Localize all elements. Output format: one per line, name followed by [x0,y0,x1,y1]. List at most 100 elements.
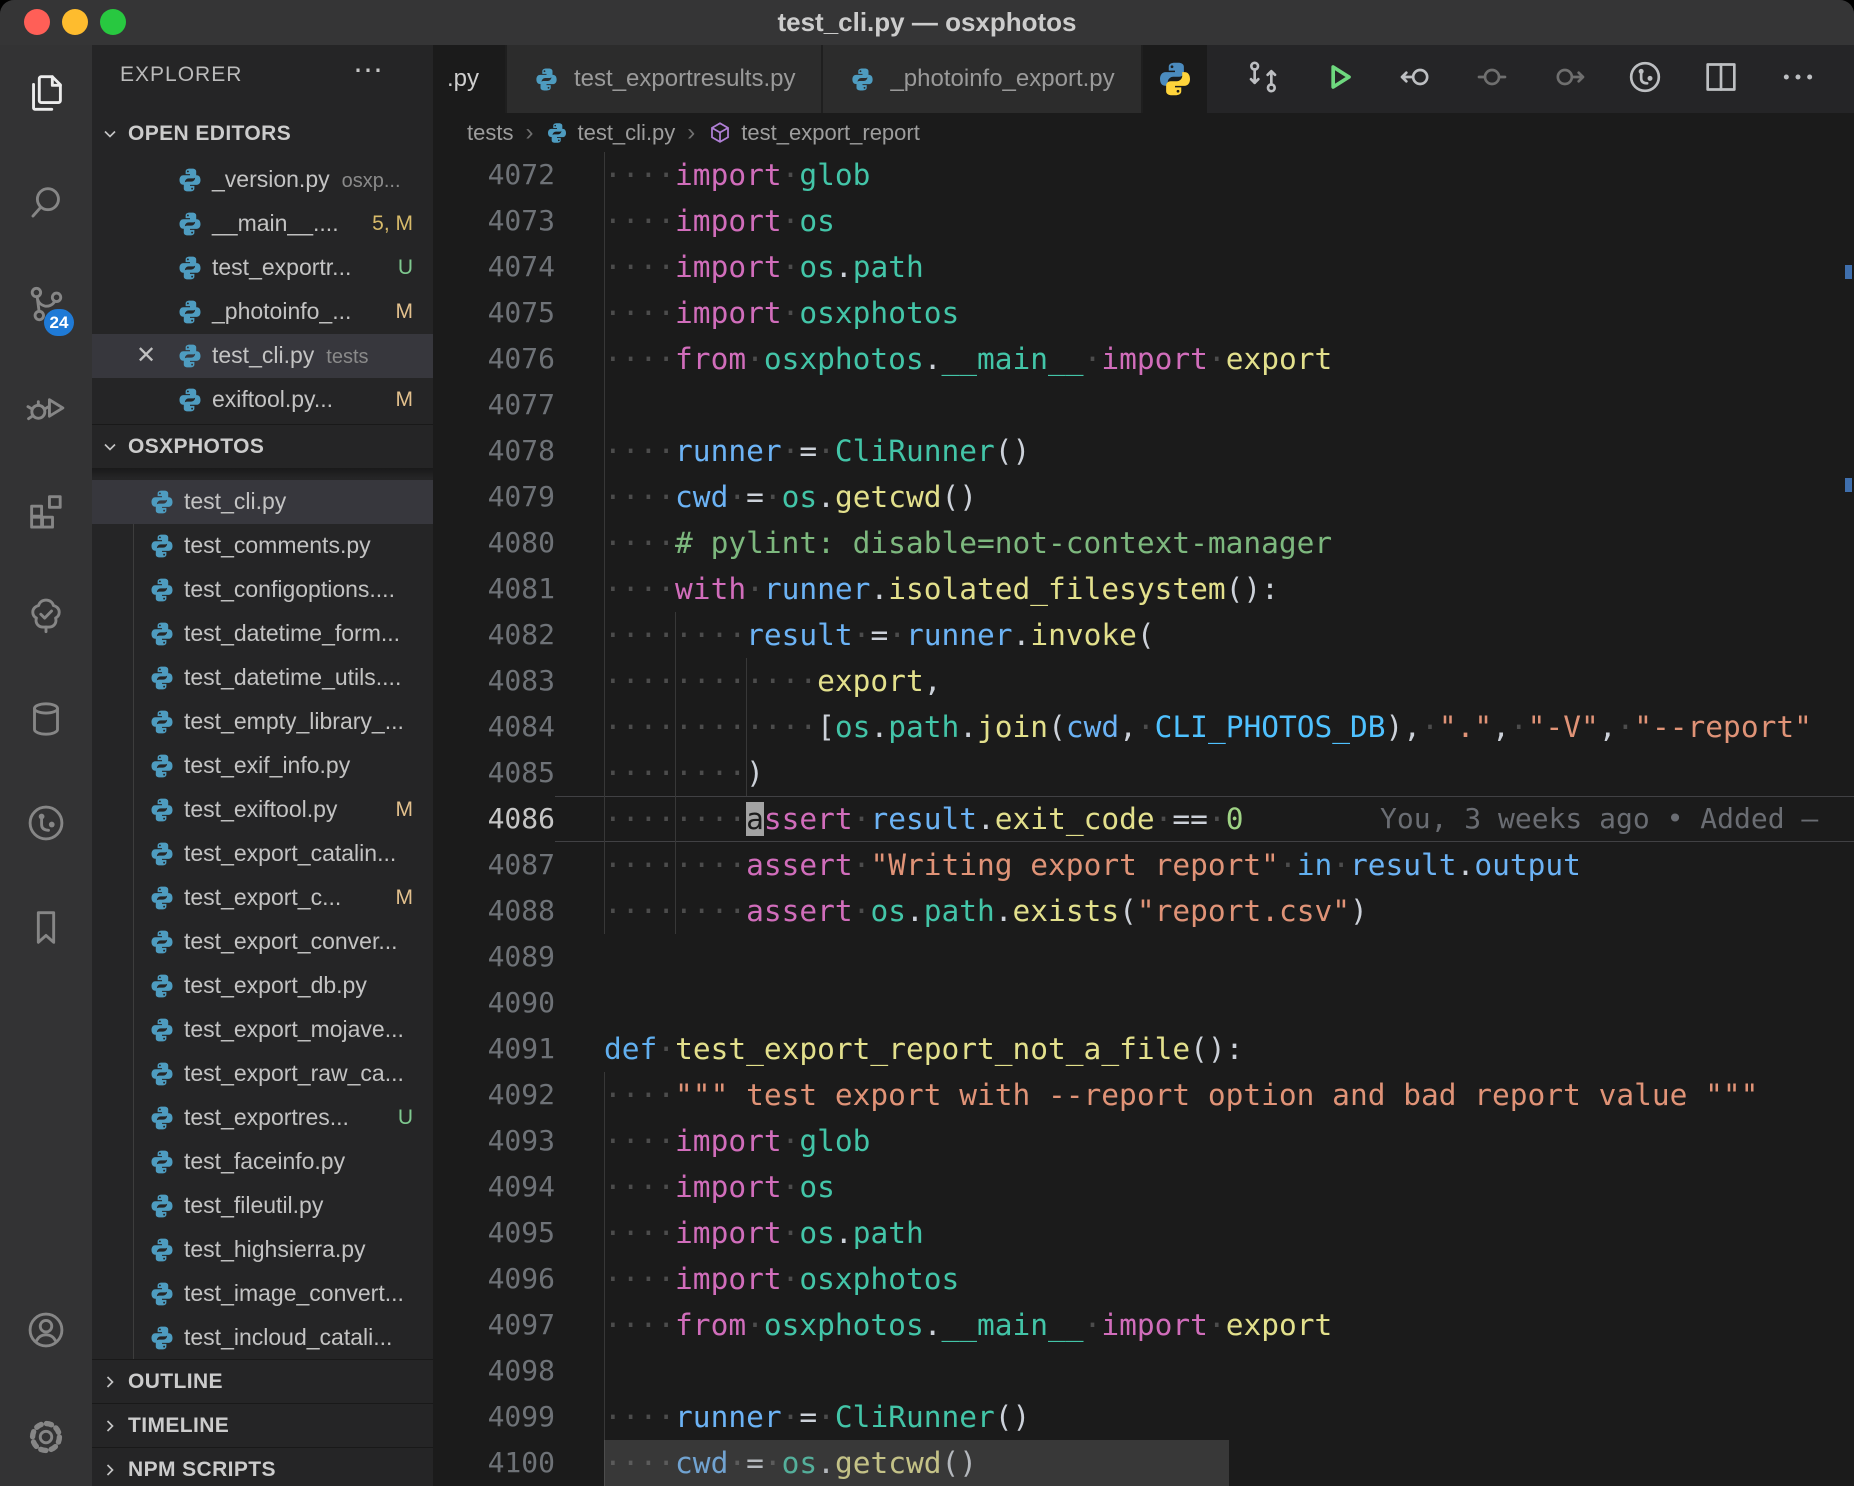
file-tree-item[interactable]: test_export_raw_ca... [92,1052,433,1096]
code-line[interactable]: 4097····from·osxphotos.__main__·import·e… [433,1302,1854,1348]
code-line[interactable]: 4082········result·=·runner.invoke( [433,612,1854,658]
run-debug-activity-button[interactable] [0,375,92,439]
compare-changes-button[interactable] [1243,57,1283,102]
file-tree-item[interactable]: test_comments.py [92,524,433,568]
file-tree-item[interactable]: test_highsierra.py [92,1228,433,1272]
file-tree-item[interactable]: test_export_conver... [92,920,433,964]
code-line[interactable]: 4080····# pylint: disable=not-context-ma… [433,520,1854,566]
bookmarks-activity-button[interactable] [0,895,92,959]
code-line[interactable]: 4094····import·os [433,1164,1854,1210]
close-icon[interactable]: ✕ [136,341,156,370]
code-line[interactable]: 4099····runner·=·CliRunner() [433,1394,1854,1440]
more-actions-button[interactable] [1778,57,1818,102]
code-line[interactable]: 4096····import·osxphotos [433,1256,1854,1302]
code-line[interactable]: 4081····with·runner.isolated_filesystem(… [433,566,1854,612]
file-tree-item[interactable]: test_export_c...M [92,876,433,920]
code-line[interactable]: 4095····import·os.path [433,1210,1854,1256]
python-file-icon [148,1060,176,1088]
code-line[interactable]: 4072····import·glob [433,152,1854,198]
database-activity-button[interactable] [0,687,92,751]
code-line[interactable]: 4088········assert·os.path.exists("repor… [433,888,1854,934]
code-line[interactable]: 4085········) [433,750,1854,796]
code-line[interactable]: 4098 [433,1348,1854,1394]
file-tree-item[interactable]: test_empty_library_... [92,700,433,744]
code-line[interactable]: 4073····import·os [433,198,1854,244]
split-editor-button[interactable] [1701,57,1741,102]
open-editor-item[interactable]: _photoinfo_...M [92,290,433,334]
file-tree-item[interactable]: test_fileutil.py [92,1184,433,1228]
file-name: test_image_convert... [184,1280,404,1307]
file-tree-item[interactable]: test_export_mojave... [92,1008,433,1052]
editor-tab[interactable]: _photoinfo_export.py [823,45,1140,113]
code-line[interactable]: 4078····runner·=·CliRunner() [433,428,1854,474]
horizontal-scrollbar[interactable] [604,1440,1229,1486]
python-file-icon [148,1192,176,1220]
source-control-activity-button[interactable]: 24 [0,273,92,337]
settings-button[interactable] [0,1405,92,1469]
gitlens-toolbar-button[interactable] [1625,57,1665,102]
file-tree-item[interactable]: test_export_db.py [92,964,433,1008]
file-tree-item[interactable]: test_datetime_form... [92,612,433,656]
code-line[interactable]: 4077 [433,382,1854,428]
code-line[interactable]: 4074····import·os.path [433,244,1854,290]
code-text: ····runner·=·CliRunner() [604,428,1030,474]
file-tree-item[interactable]: test_faceinfo.py [92,1140,433,1184]
file-tree-item[interactable]: test_datetime_utils.... [92,656,433,700]
code-line[interactable]: 4087········assert·"Writing export repor… [433,842,1854,888]
section-npm-scripts[interactable]: NPM SCRIPTS [92,1447,433,1486]
current-change-button[interactable] [1472,57,1512,102]
section-timeline[interactable]: TIMELINE [92,1403,433,1448]
open-editor-item[interactable]: __main__....5, M [92,202,433,246]
file-tree-item[interactable]: test_configoptions.... [92,568,433,612]
file-name: test_fileutil.py [184,1192,323,1219]
gitlens-activity-button[interactable] [0,791,92,855]
code-line[interactable]: 4090 [433,980,1854,1026]
code-line[interactable]: 4083············export, [433,658,1854,704]
test-explorer-activity-button[interactable] [0,583,92,647]
python-file-icon [148,708,176,736]
sidebar-more-actions-button[interactable]: ⋯ [353,53,385,88]
file-tree-item[interactable]: test_exif_info.py [92,744,433,788]
editor-tab[interactable]: .py [433,45,505,113]
code-line[interactable]: 4086········assert·result.exit_code·==·0… [433,796,1854,842]
code-editor[interactable]: 4072····import·glob4073····import·os4074… [433,152,1854,1486]
section-outline[interactable]: OUTLINE [92,1359,433,1404]
file-tree-item[interactable]: test_cli.py [92,480,433,524]
file-tree-item[interactable]: test_exportres...U [92,1096,433,1140]
extensions-activity-button[interactable] [0,479,92,543]
code-line[interactable]: 4089 [433,934,1854,980]
search-activity-button[interactable] [0,171,92,235]
code-line[interactable]: 4093····import·glob [433,1118,1854,1164]
breadcrumb-symbol[interactable]: test_export_report [741,120,920,146]
run-file-button[interactable] [1319,57,1359,102]
open-editor-item[interactable]: exiftool.py...M [92,378,433,422]
code-line[interactable]: 4079····cwd·=·os.getcwd() [433,474,1854,520]
line-number: 4095 [433,1210,555,1256]
code-line[interactable]: 4084············[os.path.join(cwd,·CLI_P… [433,704,1854,750]
section-open-editors[interactable]: OPEN EDITORS [92,112,433,156]
chevron-down-icon [100,124,120,144]
python-file-icon [148,796,176,824]
sidebar-title: EXPLORER [120,63,242,87]
file-tree-item[interactable]: test_export_catalin... [92,832,433,876]
previous-change-button[interactable] [1396,57,1436,102]
breadcrumb-file[interactable]: test_cli.py [577,120,675,146]
breadcrumb-folder[interactable]: tests [467,120,513,146]
open-editor-item[interactable]: test_exportr...U [92,246,433,290]
code-line[interactable]: 4092····""" test export with --report op… [433,1072,1854,1118]
file-tree-item[interactable]: test_image_convert... [92,1272,433,1316]
symbol-function-icon [707,120,733,146]
account-button[interactable] [0,1298,92,1362]
section-folder-osxphotos[interactable]: OSXPHOTOS [92,424,433,469]
open-editor-item[interactable]: ✕test_cli.pytests [92,334,433,378]
code-line[interactable]: 4091def·test_export_report_not_a_file(): [433,1026,1854,1072]
editor-tab[interactable]: test_exportresults.py [507,45,821,113]
next-change-button[interactable] [1549,57,1589,102]
file-tree-item[interactable]: test_incloud_catali... [92,1316,433,1360]
python-extension-button[interactable] [1143,45,1207,113]
explorer-activity-button[interactable] [0,61,92,125]
file-tree-item[interactable]: test_exiftool.pyM [92,788,433,832]
code-line[interactable]: 4076····from·osxphotos.__main__·import·e… [433,336,1854,382]
code-line[interactable]: 4075····import·osxphotos [433,290,1854,336]
open-editor-item[interactable]: _version.pyosxp... [92,158,433,202]
